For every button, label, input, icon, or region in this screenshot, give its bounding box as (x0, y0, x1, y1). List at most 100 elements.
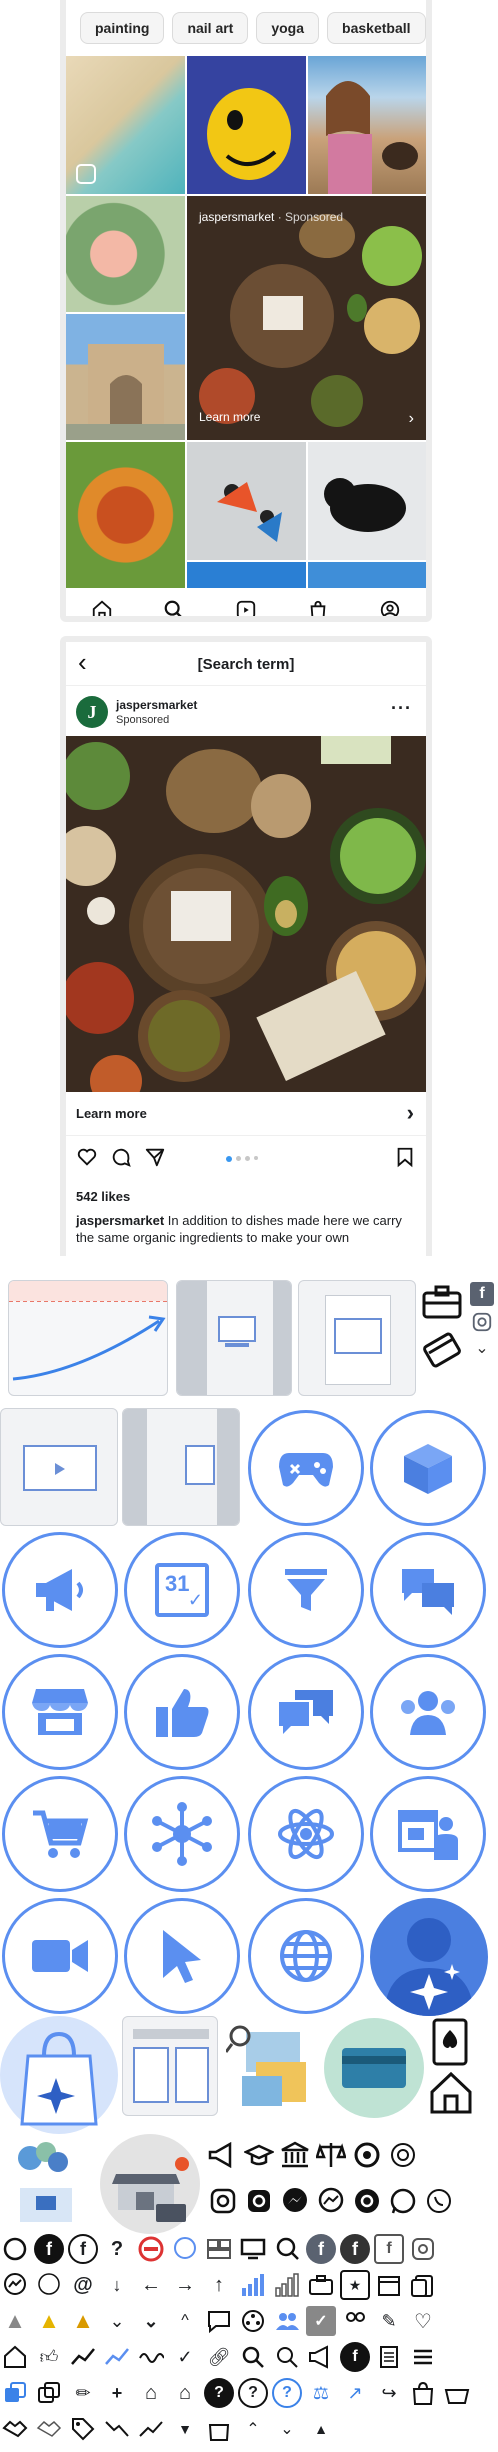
chip-basketball[interactable]: basketball (327, 12, 426, 44)
globe-circle (248, 1898, 364, 2014)
heart-icon[interactable] (76, 1146, 98, 1173)
brand-avatar[interactable]: J (76, 696, 108, 728)
players-aerial-image (187, 442, 306, 560)
likes-count[interactable]: 542 likes (76, 1188, 130, 1205)
pencil-small-icon: ✏︎ (75, 2382, 91, 2403)
explore-screen: painting nail art yoga basketball to (66, 0, 426, 616)
mobile-layout-card (122, 2016, 218, 2116)
arch-monument-image (66, 344, 185, 440)
shop-icon[interactable] (304, 596, 332, 616)
calendar-circle: 31 ✓ (124, 1532, 240, 1648)
post-account-name[interactable]: jaspersmarket (116, 698, 197, 712)
woman-dog-image (326, 81, 418, 194)
grid-tile-balloon[interactable] (187, 56, 306, 194)
playing-card-icon (428, 2018, 476, 2066)
question-icon: ? (110, 2237, 124, 2260)
people-blue-icon (272, 2306, 302, 2336)
grid-tile-crowd[interactable] (308, 562, 426, 588)
grid-tile-veggies[interactable] (66, 442, 185, 588)
chevron-down-bold-icon: ⌄ (143, 2310, 159, 2331)
search-header: ‹ [Search term] (66, 642, 426, 686)
bank-outline-icon: ⌂ (178, 2381, 192, 2404)
instagram-gray-icon (408, 2234, 438, 2264)
facebook-gray-icon: f (306, 2234, 336, 2264)
comment-icon[interactable] (110, 1146, 132, 1173)
shopping-bag-small-icon (204, 2414, 234, 2444)
megaphone-outline-icon (208, 2140, 238, 2170)
sponsored-grid-tile[interactable]: jaspersmarket · Sponsored Learn more › (187, 196, 426, 440)
thumbs-up-outline-icon: 👍︎ (39, 2347, 59, 2367)
chip-yoga[interactable]: yoga (256, 12, 320, 44)
triangle-up-icon: ▲ (314, 2421, 328, 2437)
instagram-icon (470, 1310, 494, 1334)
reels-icon[interactable] (232, 596, 260, 616)
warning-amber-icon: ▲ (72, 2308, 94, 2333)
home-icon[interactable] (88, 596, 116, 616)
ai-person-icon (384, 1918, 474, 2016)
help-blue-icon: ? (272, 2378, 302, 2408)
sponsored-cta[interactable]: Learn more (199, 410, 260, 424)
chat-bubbles-icon (402, 1569, 454, 1615)
play-icon (55, 1463, 65, 1475)
people-outline-icon (340, 2306, 370, 2336)
blocked-icon (136, 2234, 166, 2264)
grid-tile-soccer[interactable] (187, 442, 306, 560)
search-person-icon (272, 2234, 302, 2264)
food-spread-image (187, 196, 426, 440)
yellow-balloon-image (187, 56, 306, 194)
network-circle (124, 1776, 240, 1892)
grid-tile-dog-walk[interactable] (308, 56, 426, 194)
bag-icon (408, 2378, 438, 2408)
heart-outline-icon: ♡ (414, 2310, 432, 2333)
instagram-outline-icon (208, 2186, 238, 2216)
growth-curve-icon (9, 1281, 167, 1381)
handshake-icon (0, 2414, 30, 2444)
small-icon-row-6: ▼ ⌃ ⌄ ▲ (0, 2414, 498, 2448)
caret-down-filled-icon: ▼ (178, 2421, 192, 2437)
chip-painting[interactable]: painting (80, 12, 165, 44)
profile-icon[interactable] (376, 596, 404, 616)
house-small-icon (0, 2342, 30, 2372)
small-icon-row-4: 👍︎ ✓ 🔗︎ f (0, 2342, 498, 2376)
search-term-title: [Search term] (197, 656, 295, 673)
chip-nail-art[interactable]: nail art (172, 12, 249, 44)
ai-shopping-bag-circle (0, 2016, 118, 2134)
cube-circle (370, 1410, 486, 1526)
grid-tile-flowers[interactable] (66, 196, 185, 312)
credit-card-icon (420, 1328, 464, 1372)
briefcase-icon (420, 1282, 464, 1322)
search-post-screen: ‹ [Search term] J jaspersmarket Sponsore… (66, 642, 426, 1256)
trend-down-icon (102, 2414, 132, 2444)
threads-small-icon: @ (73, 2273, 93, 2296)
grid-tile-black-dog[interactable] (308, 442, 426, 560)
bookmark-icon[interactable] (394, 1146, 416, 1173)
bar-chart-outline-icon (272, 2270, 302, 2300)
add-person-icon: + (111, 2382, 123, 2403)
small-icon-row-5: ✏︎ + ⌂ ⌂ ? ? ? ⚖︎ ↗ ↪ (0, 2378, 498, 2412)
facebook-square-icon: f (374, 2234, 404, 2264)
star-box-icon: ★ (340, 2270, 370, 2300)
share-icon[interactable] (144, 1146, 166, 1173)
network-icon (152, 1802, 212, 1866)
more-options-icon[interactable]: ··· (391, 698, 412, 719)
food-spread-image (66, 736, 426, 1092)
cursor-circle (124, 1898, 240, 2014)
cursor-icon (163, 1930, 201, 1983)
topic-chips: painting nail art yoga basketball to (66, 12, 426, 44)
messenger-filled-icon (280, 2186, 310, 2216)
sponsored-account[interactable]: jaspersmarket · Sponsored (199, 210, 343, 224)
grid-tile-blue[interactable] (187, 562, 306, 588)
search-icon[interactable] (160, 596, 188, 616)
learn-more-bar[interactable]: Learn more › (66, 1092, 426, 1136)
shop-location-circle (100, 2134, 200, 2234)
home-outline-icon (428, 2070, 476, 2118)
caption-username[interactable]: jaspersmarket (76, 1213, 164, 1228)
grid-tile-beach[interactable] (66, 56, 185, 194)
card-stack-icon (408, 2270, 438, 2300)
briefcase-small-icon (306, 2270, 336, 2300)
post-image[interactable] (66, 736, 426, 1092)
bank-icon (280, 2140, 310, 2170)
small-icon-row-3: ▲ ▲ ▲ ⌄ ⌄ ^ ✓ ✎ ♡ (0, 2306, 498, 2340)
grid-tile-arch[interactable] (66, 314, 185, 440)
checkbox-icon: ✓ (306, 2306, 336, 2336)
